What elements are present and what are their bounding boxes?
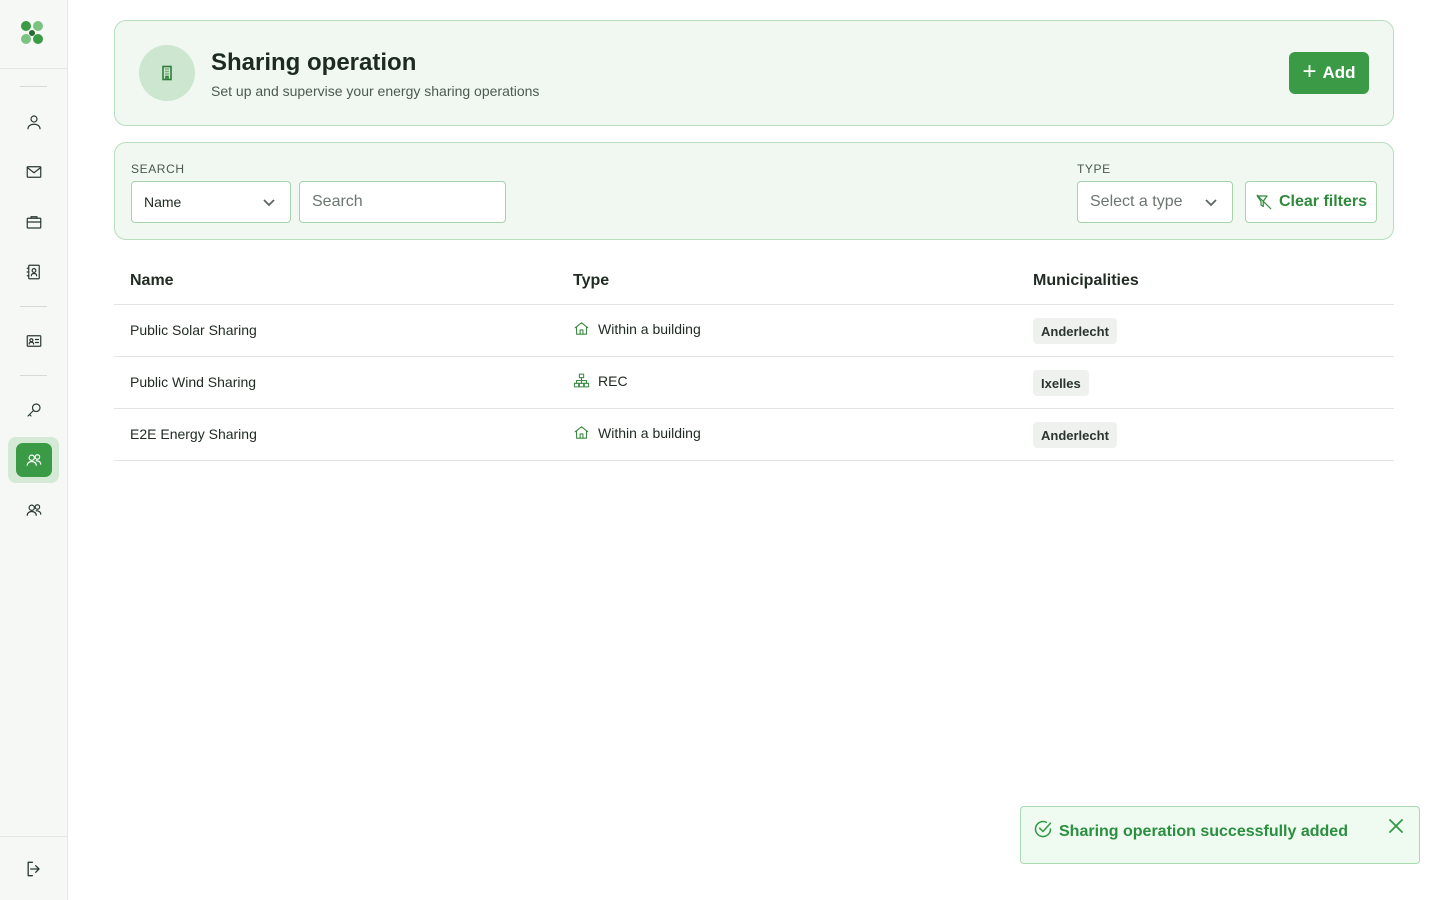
row-type-label: Within a building <box>598 424 701 441</box>
mail-icon <box>26 166 41 178</box>
row-type-label: Within a building <box>598 320 701 337</box>
search-input[interactable] <box>299 181 506 223</box>
active-indicator <box>15 443 52 477</box>
sidebar-item-keys[interactable] <box>8 387 59 433</box>
header-icon-circle <box>139 45 195 101</box>
municipality-badge: Ixelles <box>1033 370 1089 396</box>
sidebar-item-id-card[interactable] <box>8 318 59 364</box>
sidebar-item-mail[interactable] <box>8 149 59 195</box>
sidebar-divider <box>20 375 47 376</box>
municipality-badge: Anderlecht <box>1033 422 1117 448</box>
house-icon <box>574 426 589 439</box>
table-row[interactable]: Public Wind Sharing REC Ixelles <box>114 357 1394 409</box>
success-toast: Sharing operation successfully added <box>1020 806 1420 864</box>
type-label: TYPE <box>1077 162 1111 176</box>
clover-logo[interactable] <box>17 18 47 48</box>
search-field-select[interactable]: Name <box>131 181 291 223</box>
house-icon <box>574 322 589 335</box>
network-icon <box>573 373 590 388</box>
column-header-name[interactable]: Name <box>130 272 174 290</box>
row-type: REC <box>573 372 628 389</box>
sidebar-item-members[interactable] <box>8 487 59 533</box>
search-field-value: Name <box>144 194 182 210</box>
municipality-badge: Anderlecht <box>1033 318 1117 344</box>
clear-filters-label: Clear filters <box>1278 193 1368 210</box>
contact-book-icon <box>26 264 40 280</box>
search-label: SEARCH <box>131 162 185 176</box>
row-name: E2E Energy Sharing <box>130 426 257 442</box>
plus-icon: + <box>1302 58 1317 85</box>
sharing-operations-table: Name Type Municipalities Public Solar Sh… <box>114 256 1394 461</box>
filter-clear-icon <box>1256 194 1272 210</box>
row-type: Within a building <box>573 424 701 441</box>
sidebar-separator <box>0 68 68 69</box>
add-button-label: Add <box>1322 63 1356 82</box>
check-circle-icon <box>1033 819 1053 839</box>
column-header-municipalities[interactable]: Municipalities <box>1033 272 1139 290</box>
table-row[interactable]: E2E Energy Sharing Within a building And… <box>114 409 1394 461</box>
clear-filters-button[interactable]: Clear filters <box>1245 181 1377 223</box>
row-type-label: REC <box>598 372 628 389</box>
sidebar-item-contacts[interactable] <box>8 249 59 295</box>
row-name: Public Wind Sharing <box>130 374 257 390</box>
page-header: Sharing operation Set up and supervise y… <box>114 20 1394 126</box>
chevron-down-icon <box>262 195 276 209</box>
chevron-down-icon <box>1204 195 1218 209</box>
id-card-icon <box>26 335 41 347</box>
close-icon[interactable] <box>1387 817 1407 837</box>
page-title: Sharing operation <box>211 49 417 76</box>
sidebar-item-sharing-operations[interactable] <box>8 437 59 483</box>
sidebar-divider <box>20 86 47 87</box>
column-header-type[interactable]: Type <box>573 272 609 290</box>
add-button[interactable]: + Add <box>1289 52 1369 94</box>
row-name: Public Solar Sharing <box>130 322 257 338</box>
toast-message: Sharing operation successfully added <box>1059 823 1348 840</box>
table-row[interactable]: Public Solar Sharing Within a building A… <box>114 305 1394 357</box>
main-content: Sharing operation Set up and supervise y… <box>68 0 1440 900</box>
logout-icon <box>27 861 40 877</box>
briefcase-icon <box>26 216 41 229</box>
type-select[interactable]: Select a type <box>1077 181 1233 223</box>
logout-button[interactable] <box>8 846 59 892</box>
users-icon <box>26 454 41 466</box>
sidebar-divider <box>20 306 47 307</box>
table-header: Name Type Municipalities <box>114 256 1394 305</box>
row-type: Within a building <box>573 320 701 337</box>
type-select-placeholder: Select a type <box>1090 193 1183 210</box>
sidebar-item-briefcase[interactable] <box>8 199 59 245</box>
filter-bar: SEARCH Name TYPE Select a type Clear fil… <box>114 142 1394 240</box>
sidebar-item-profile[interactable] <box>8 99 59 145</box>
sidebar-separator <box>0 836 68 837</box>
users-icon <box>26 504 41 516</box>
sidebar <box>0 0 68 900</box>
key-icon <box>26 403 41 417</box>
building-icon <box>162 65 172 81</box>
user-icon <box>26 115 41 130</box>
page-subtitle: Set up and supervise your energy sharing… <box>211 83 540 99</box>
